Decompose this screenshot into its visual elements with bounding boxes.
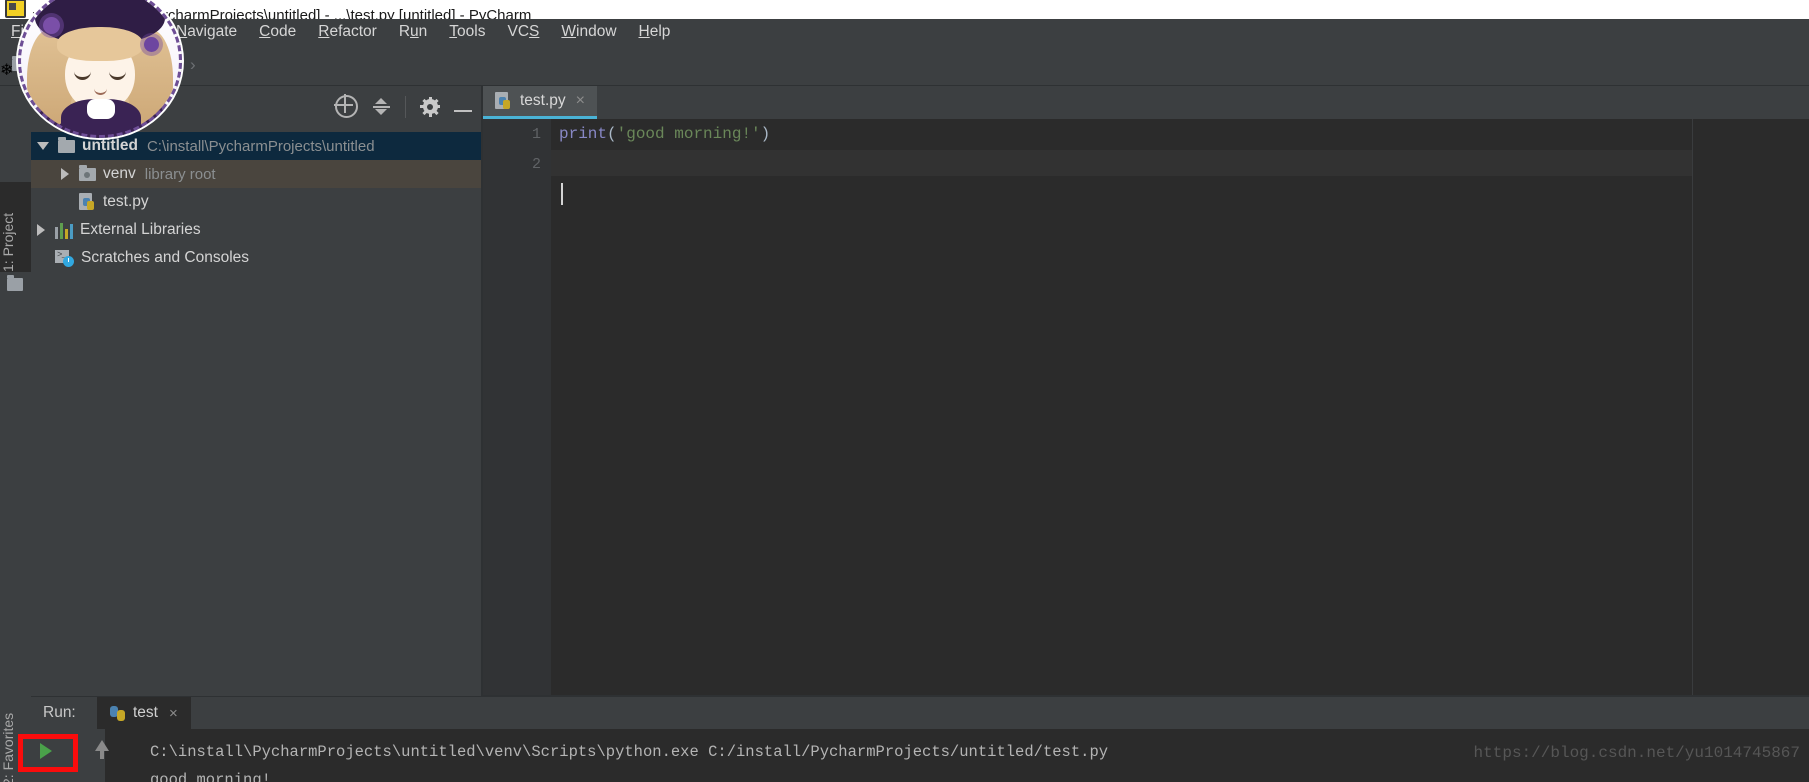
- tree-node-test-py[interactable]: test.py: [31, 188, 482, 216]
- current-line-highlight: [551, 150, 1693, 176]
- menu-item-help[interactable]: Help: [628, 19, 682, 45]
- breadcrumb-separator-2: ›: [190, 55, 196, 74]
- tree-node-scratches[interactable]: >_ Scratches and Consoles: [31, 244, 482, 272]
- run-tab-test[interactable]: test ×: [97, 697, 191, 729]
- gear-icon[interactable]: [420, 96, 440, 117]
- project-panel-toolbar: [334, 94, 472, 118]
- console-line: good morning!: [150, 771, 271, 782]
- sidebar-tab-project[interactable]: 1: Project: [0, 182, 31, 272]
- console-line: C:\install\PycharmProjects\untitled\venv…: [150, 743, 1109, 761]
- menu-bar: File Navigate Code Refactor Run Tools VC…: [0, 19, 1809, 45]
- tree-node-label: test.py: [103, 193, 149, 210]
- code-token-close-paren: ): [760, 125, 771, 143]
- locate-icon[interactable]: [334, 94, 358, 118]
- python-file-icon: [495, 92, 512, 110]
- tree-node-venv[interactable]: venv library root: [31, 160, 482, 188]
- tree-node-detail: C:\install\PycharmProjects\untitled: [146, 137, 375, 155]
- menu-item-window[interactable]: Window: [550, 19, 627, 45]
- scratches-icon: >_: [55, 249, 74, 267]
- chevron-right-icon[interactable]: [61, 168, 69, 180]
- code-token-function: print: [559, 125, 608, 143]
- tree-node-label: venv: [103, 165, 136, 182]
- toolbar-divider: [405, 95, 406, 118]
- chevron-down-icon[interactable]: [37, 142, 49, 150]
- pycharm-window: untitled [C:\install\PycharmProjects\unt…: [0, 0, 1809, 782]
- editor-tab-test-py[interactable]: test.py ×: [483, 86, 598, 119]
- rerun-button[interactable]: [40, 743, 52, 759]
- project-panel: Project untitled C:\install\Pycharm: [31, 86, 482, 696]
- tree-node-label: Scratches and Consoles: [81, 249, 250, 266]
- run-tab-label: test: [133, 704, 158, 721]
- editor-area: test.py × 1 2 print('good morning!'): [483, 86, 1809, 696]
- python-file-icon: [79, 193, 96, 211]
- code-token-string: 'good morning!': [616, 125, 761, 143]
- run-console-output[interactable]: C:\install\PycharmProjects\untitled\venv…: [105, 729, 1809, 782]
- run-panel-label: Run:: [43, 704, 76, 721]
- code-token-open-paren: (: [607, 125, 617, 143]
- minimize-icon[interactable]: [454, 110, 472, 112]
- tree-node-detail: library root: [144, 165, 216, 183]
- close-icon[interactable]: ×: [576, 92, 585, 110]
- menu-item-refactor[interactable]: Refactor: [307, 19, 388, 45]
- menu-item-vcs[interactable]: VCS: [496, 19, 550, 45]
- editor-tab-bar: test.py ×: [483, 86, 1809, 119]
- run-tool-window: Run: test × C:\install\PycharmProjects\u…: [31, 696, 1809, 782]
- libraries-icon: [55, 222, 73, 239]
- avatar: [18, 0, 182, 138]
- project-tab-folder-icon: [7, 275, 23, 291]
- editor-gutter[interactable]: 1 2: [483, 119, 551, 696]
- line-number: 1: [531, 126, 541, 143]
- folder-venv-icon: [79, 164, 96, 181]
- folder-icon: [58, 136, 75, 153]
- watermark-text: https://blog.csdn.net/yu1014745867: [1473, 744, 1800, 762]
- collapse-all-icon[interactable]: [372, 97, 391, 116]
- play-icon: [40, 743, 52, 759]
- code-line-1: print('good morning!'): [559, 125, 770, 143]
- navigation-bar: untitled › test.py › test: [0, 45, 1809, 136]
- line-number: 2: [531, 156, 541, 173]
- close-icon[interactable]: ×: [169, 705, 178, 722]
- project-tree: untitled C:\install\PycharmProjects\unti…: [31, 132, 482, 272]
- title-bar: untitled [C:\install\PycharmProjects\unt…: [0, 0, 1809, 19]
- tree-node-external-libraries[interactable]: External Libraries: [31, 216, 482, 244]
- menu-item-code[interactable]: Code: [248, 19, 307, 45]
- arrow-up-icon[interactable]: [95, 740, 109, 759]
- text-caret: [561, 183, 563, 205]
- editor-tab-label: test.py: [520, 92, 566, 109]
- left-tool-strip: 1: Project 2: Favorites ★: [0, 86, 32, 782]
- tree-node-label: External Libraries: [80, 221, 201, 238]
- run-tab-bar: Run: test ×: [31, 697, 1809, 729]
- python-file-icon: [110, 705, 125, 721]
- menu-item-run[interactable]: Run: [388, 19, 438, 45]
- tree-node-label: untitled: [82, 137, 138, 154]
- menu-item-tools[interactable]: Tools: [438, 19, 496, 45]
- pycharm-window-icon: [5, 0, 26, 18]
- code-editor[interactable]: print('good morning!'): [551, 119, 1693, 696]
- chevron-right-icon[interactable]: [37, 224, 45, 236]
- editor-marker-column[interactable]: [1692, 119, 1809, 696]
